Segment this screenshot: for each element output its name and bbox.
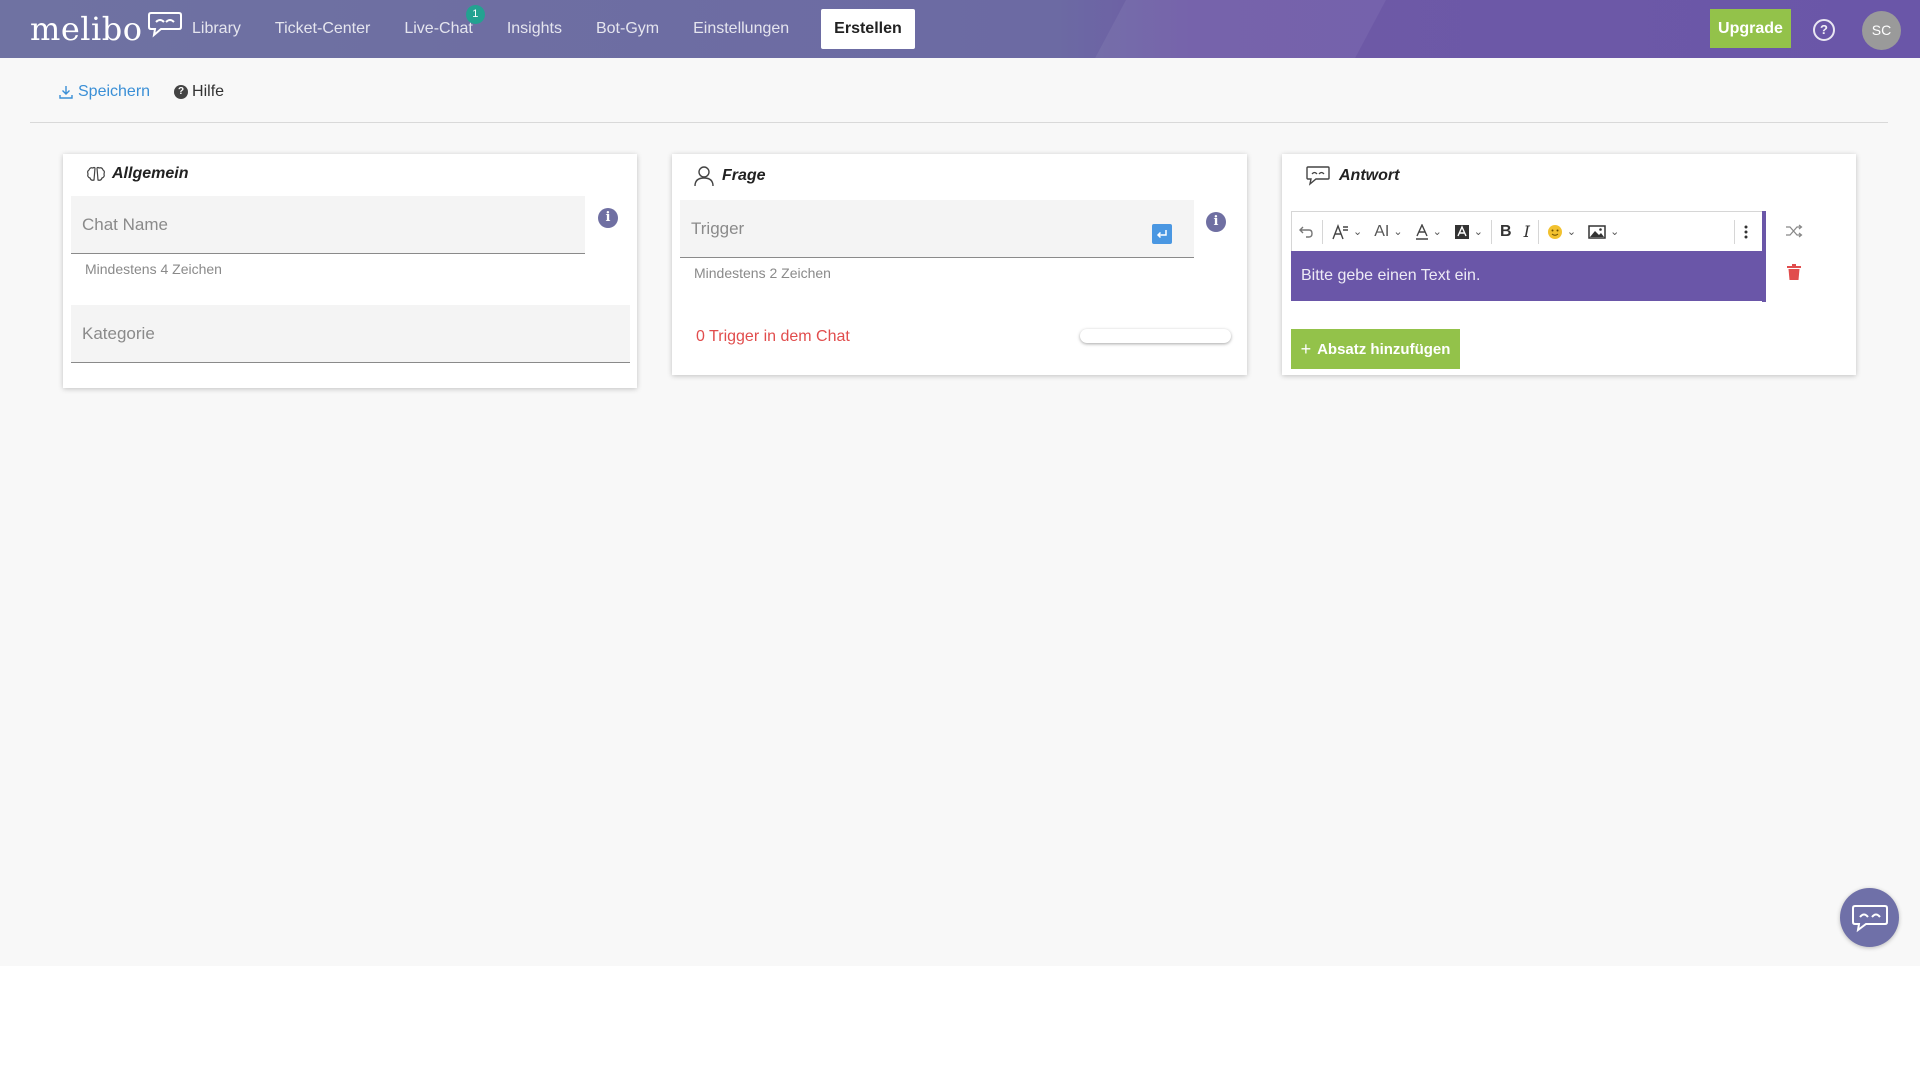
trigger-info-icon[interactable]: i xyxy=(1206,212,1226,232)
more-options-icon[interactable] xyxy=(1737,218,1755,246)
chevron-down-icon: ⌄ xyxy=(1393,226,1403,238)
card-frage: Frage i Mindestens 2 Zeichen 0 Trigger i… xyxy=(672,154,1247,375)
card-antwort-title: Antwort xyxy=(1339,167,1400,184)
user-avatar[interactable]: SC xyxy=(1862,11,1901,50)
card-allgemein-title: Allgemein xyxy=(112,165,189,182)
editor-toolbar: ⌄ AI ⌄ ⌄ ⌄ B I ⌄ ⌄ xyxy=(1291,211,1766,251)
question-circle-icon[interactable]: ? xyxy=(1813,19,1835,41)
chevron-down-icon: ⌄ xyxy=(1353,226,1363,238)
chevron-down-icon: ⌄ xyxy=(1566,226,1577,238)
font-style-dropdown[interactable]: ⌄ xyxy=(1325,218,1368,246)
melibo-logo[interactable]: melibo xyxy=(30,10,183,48)
text-color-dropdown[interactable]: ⌄ xyxy=(1409,218,1448,246)
plus-icon: + xyxy=(1300,338,1312,359)
chat-name-input[interactable] xyxy=(71,196,585,253)
download-icon xyxy=(58,84,74,100)
live-chat-badge: 1 xyxy=(465,5,485,24)
card-allgemein: Allgemein i Mindestens 4 Zeichen xyxy=(63,154,637,388)
emoji-icon xyxy=(1547,224,1562,239)
nav-live-chat-label: Live-Chat xyxy=(404,20,473,37)
chat-name-info-icon[interactable]: i xyxy=(598,208,618,228)
text-color-icon xyxy=(1415,223,1428,240)
chevron-down-icon: ⌄ xyxy=(1473,226,1483,238)
nav-live-chat[interactable]: Live-Chat 1 xyxy=(404,5,485,38)
background-color-dropdown[interactable]: ⌄ xyxy=(1448,218,1489,246)
nav-insights[interactable]: Insights xyxy=(507,20,562,38)
help-button[interactable]: ? Hilfe xyxy=(174,83,224,101)
nav-einstellungen[interactable]: Einstellungen xyxy=(693,20,789,38)
chevron-down-icon: ⌄ xyxy=(1432,226,1442,238)
user-icon xyxy=(694,166,714,187)
chat-bubble-icon xyxy=(1306,166,1330,186)
answer-editor[interactable]: Bitte gebe einen Text ein. xyxy=(1291,251,1762,301)
image-dropdown[interactable]: ⌄ xyxy=(1582,218,1625,246)
save-label: Speichern xyxy=(78,83,151,100)
card-frage-header: Frage xyxy=(694,165,766,187)
italic-button[interactable]: I xyxy=(1518,218,1536,246)
trigger-hint: Mindestens 2 Zeichen xyxy=(694,265,831,281)
bold-button[interactable]: B xyxy=(1494,218,1518,246)
font-size-icon: AI xyxy=(1374,222,1390,240)
card-antwort-header: Antwort xyxy=(1305,165,1399,187)
trigger-field[interactable] xyxy=(680,200,1194,258)
help-circle-icon: ? xyxy=(174,85,189,99)
help-label: Hilfe xyxy=(192,83,225,100)
kategorie-field[interactable] xyxy=(71,305,630,363)
shuffle-icon[interactable] xyxy=(1785,224,1803,243)
undo-icon[interactable] xyxy=(1292,218,1320,246)
upgrade-button[interactable]: Upgrade xyxy=(1710,9,1791,48)
chat-bubble-icon xyxy=(1851,904,1888,932)
enter-key-icon[interactable] xyxy=(1152,224,1172,244)
trash-icon[interactable] xyxy=(1787,264,1801,285)
card-frage-title: Frage xyxy=(722,167,766,184)
card-antwort: Antwort ⌄ AI ⌄ ⌄ ⌄ B I ⌄ ⌄ Bitte gebe ei… xyxy=(1282,154,1856,375)
trigger-slider[interactable] xyxy=(1080,329,1231,343)
font-style-icon xyxy=(1332,223,1348,239)
kategorie-input[interactable] xyxy=(71,305,630,362)
add-paragraph-button[interactable]: + Absatz hinzufügen xyxy=(1291,329,1460,369)
emoji-dropdown[interactable]: ⌄ xyxy=(1541,218,1582,246)
nav-ticket-center[interactable]: Ticket-Center xyxy=(275,20,370,38)
chevron-down-icon: ⌄ xyxy=(1610,226,1620,238)
trigger-input[interactable] xyxy=(680,200,1194,257)
image-icon xyxy=(1588,224,1606,239)
chat-widget-button[interactable] xyxy=(1840,888,1899,947)
nav-erstellen[interactable]: Erstellen xyxy=(821,9,915,49)
top-navigation-bar: melibo Library Ticket-Center Live-Chat 1… xyxy=(0,0,1920,58)
chat-name-hint: Mindestens 4 Zeichen xyxy=(85,261,222,277)
brain-icon xyxy=(87,166,105,181)
trigger-count-text: 0 Trigger in dem Chat xyxy=(696,328,850,345)
card-allgemein-header: Allgemein xyxy=(86,165,188,183)
chat-name-field[interactable] xyxy=(71,196,585,254)
app-canvas: melibo Library Ticket-Center Live-Chat 1… xyxy=(0,0,1920,966)
save-button[interactable]: Speichern xyxy=(58,83,150,101)
speech-bubble-logo-icon xyxy=(147,12,182,38)
nav-bot-gym[interactable]: Bot-Gym xyxy=(596,20,659,38)
background-color-icon xyxy=(1454,224,1469,239)
logo-text: melibo xyxy=(30,10,143,48)
divider xyxy=(30,122,1888,123)
add-paragraph-label: Absatz hinzufügen xyxy=(1317,340,1451,358)
font-size-dropdown[interactable]: AI ⌄ xyxy=(1368,218,1408,246)
nav-library[interactable]: Library xyxy=(192,20,241,38)
action-bar: Speichern ? Hilfe xyxy=(58,80,248,104)
main-nav: Library Ticket-Center Live-Chat 1 Insigh… xyxy=(192,0,949,58)
